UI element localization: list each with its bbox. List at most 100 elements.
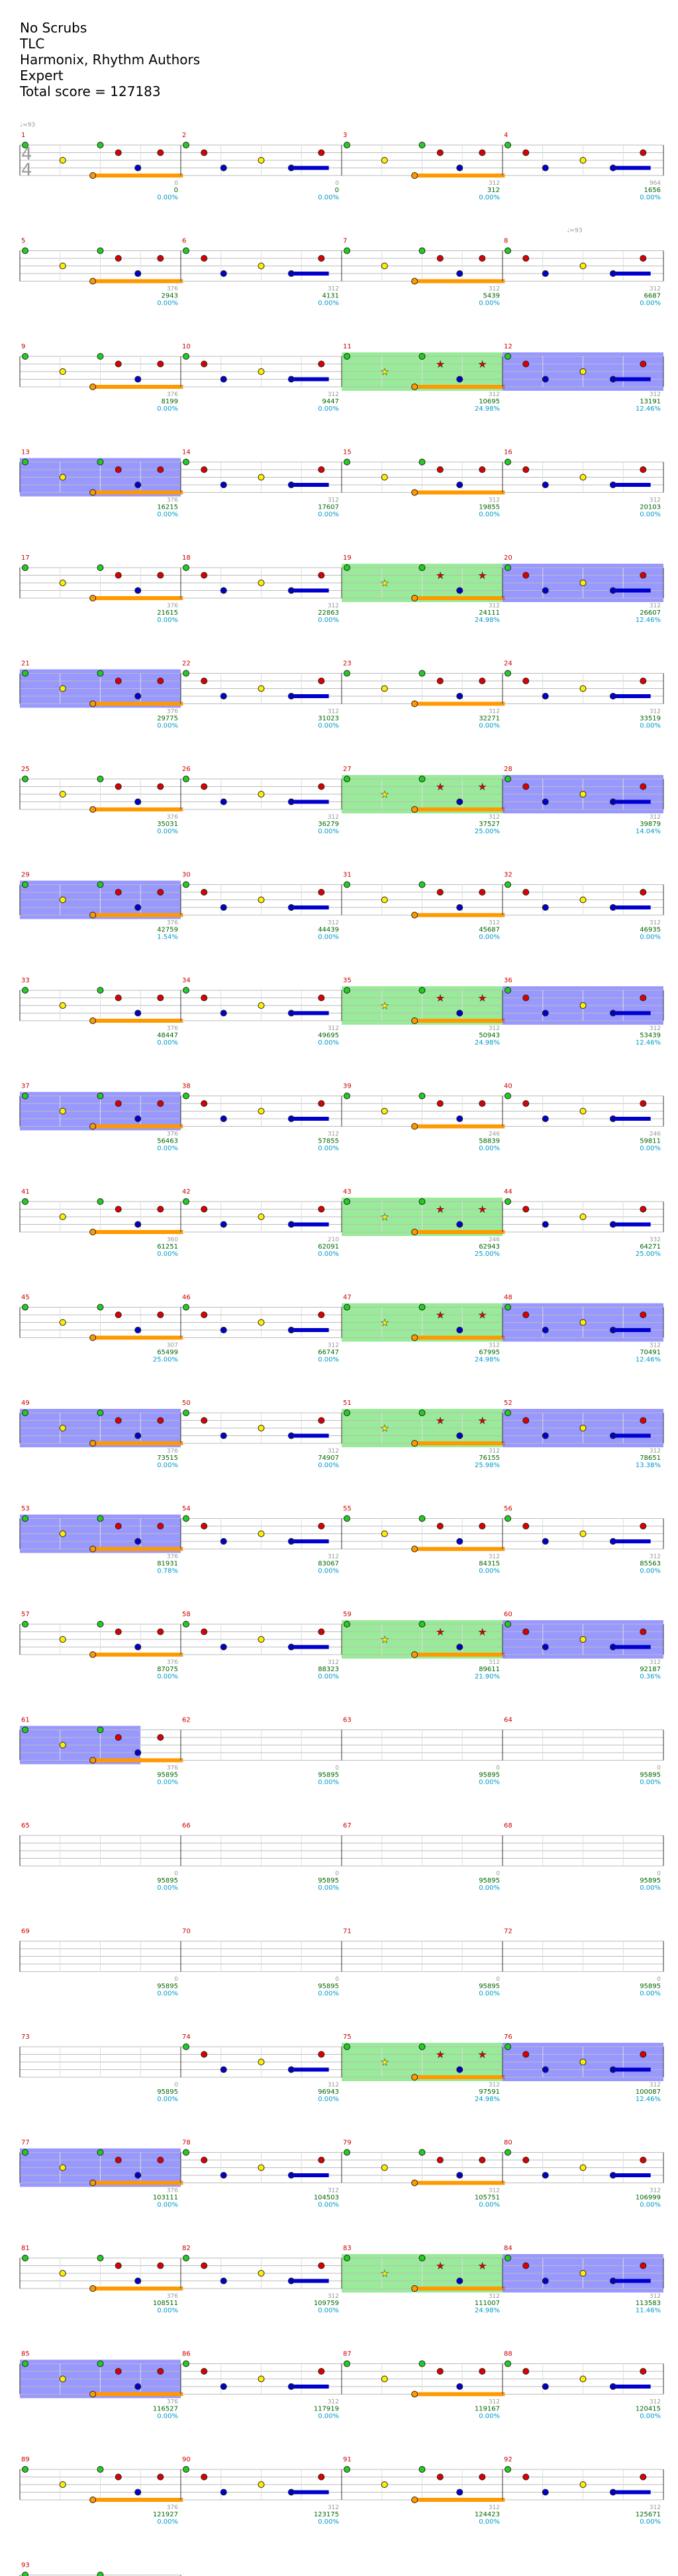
measure-score: 88323 bbox=[318, 1666, 339, 1673]
measure-beats: 312 bbox=[328, 1659, 339, 1666]
star-note: ★ bbox=[478, 782, 487, 793]
note bbox=[59, 896, 66, 903]
note bbox=[22, 881, 28, 888]
note bbox=[183, 776, 189, 782]
note bbox=[287, 482, 295, 488]
measure-percent: 0.00% bbox=[318, 2202, 339, 2209]
note bbox=[59, 474, 66, 481]
measure-percent: 0.00% bbox=[640, 300, 661, 307]
note bbox=[318, 2051, 325, 2058]
note bbox=[436, 255, 444, 262]
sustain bbox=[291, 1539, 329, 1543]
measure-percent: 0.00% bbox=[318, 194, 339, 201]
note bbox=[609, 2277, 616, 2285]
measure-number: 23 bbox=[343, 660, 352, 668]
measure-53: 53 376819310.78% bbox=[19, 1506, 183, 1575]
measure-percent: 0.00% bbox=[157, 1039, 178, 1047]
measure-number: 16 bbox=[504, 449, 512, 456]
measure-percent: 0.00% bbox=[479, 194, 500, 201]
note bbox=[115, 149, 122, 156]
measure-beats: 312 bbox=[328, 391, 339, 398]
note bbox=[157, 1734, 164, 1741]
note bbox=[579, 2164, 587, 2171]
measure-score: 19855 bbox=[479, 504, 500, 511]
measure-score: 95895 bbox=[479, 1877, 500, 1884]
note bbox=[505, 1410, 511, 1416]
note bbox=[436, 1523, 444, 1529]
measure-percent: 0.00% bbox=[157, 2518, 178, 2526]
measure-19: 19 ★ ★ ★ 3122411124.98% bbox=[341, 554, 505, 624]
measure-score: 59811 bbox=[640, 1138, 661, 1145]
note bbox=[134, 904, 142, 911]
measure-number: 25 bbox=[21, 766, 30, 773]
star-note: ★ bbox=[381, 2269, 389, 2279]
measure-number: 61 bbox=[21, 1717, 30, 1724]
sustain bbox=[93, 2392, 183, 2396]
measure-beats: 312 bbox=[650, 1343, 661, 1349]
note bbox=[609, 2489, 616, 2496]
measure-beats: 312 bbox=[328, 1025, 339, 1032]
note bbox=[258, 1530, 265, 1537]
note bbox=[287, 1538, 295, 1545]
note bbox=[22, 2571, 28, 2576]
measure-score: 50943 bbox=[479, 1032, 500, 1039]
sustain bbox=[612, 694, 651, 698]
note bbox=[418, 1092, 426, 1100]
measure-beats: 312 bbox=[650, 286, 661, 293]
note bbox=[344, 564, 350, 571]
note bbox=[456, 1221, 463, 1228]
measure-score: 66747 bbox=[318, 1349, 339, 1357]
measure-number: 47 bbox=[343, 1294, 352, 1302]
note bbox=[89, 172, 97, 179]
measure-61: 61 376958950.00% bbox=[19, 1717, 183, 1786]
measure-score: 49695 bbox=[318, 1032, 339, 1039]
measure-score: 119167 bbox=[475, 2406, 500, 2413]
note bbox=[522, 889, 530, 896]
note bbox=[201, 255, 208, 262]
note bbox=[522, 1100, 530, 1107]
sustain bbox=[291, 1328, 329, 1332]
measure-percent: 0.00% bbox=[479, 300, 500, 307]
measure-percent: 0.00% bbox=[640, 723, 661, 730]
measure-score: 117919 bbox=[314, 2406, 339, 2413]
note bbox=[115, 678, 122, 684]
measure-number: 78 bbox=[182, 2139, 191, 2147]
measure-31: 31 312456870.00% bbox=[341, 872, 505, 941]
note bbox=[542, 1327, 549, 1333]
measure-82: 82 3121097590.00% bbox=[180, 2245, 342, 2314]
measure-score: 73515 bbox=[157, 1455, 178, 1462]
measure-percent: 0.00% bbox=[318, 2307, 339, 2314]
measure-percent: 0.00% bbox=[318, 1884, 339, 1892]
note bbox=[542, 2066, 549, 2073]
measure-35: 35 ★ ★ ★ 3125094324.98% bbox=[341, 977, 505, 1047]
note bbox=[418, 1515, 426, 1522]
measure-27: 27 ★ ★ ★ 3123752725.00% bbox=[341, 766, 505, 835]
path-chart: 1000.00%2000.00%33123120.00%496416560.00… bbox=[19, 122, 664, 2576]
note bbox=[97, 353, 104, 360]
note bbox=[579, 1213, 587, 1220]
sustain bbox=[612, 2490, 651, 2495]
measure-number: 44 bbox=[504, 1188, 512, 1196]
note bbox=[287, 376, 295, 383]
measure-56: 56 312855630.00% bbox=[502, 1506, 664, 1575]
note bbox=[381, 685, 388, 692]
note bbox=[22, 2255, 28, 2261]
measure-beats: 964 bbox=[650, 180, 661, 187]
measure-percent: 0.00% bbox=[157, 617, 178, 624]
measure-number: 28 bbox=[504, 766, 512, 773]
measure-40: 40 246598110.00% bbox=[502, 1083, 664, 1153]
measure-number: 77 bbox=[21, 2139, 30, 2147]
sustain bbox=[291, 905, 329, 909]
measure-beats: 312 bbox=[489, 1448, 500, 1455]
sustain bbox=[291, 1011, 329, 1015]
measure-17: 17 376216150.00% bbox=[19, 554, 183, 624]
note bbox=[505, 670, 511, 677]
note bbox=[640, 2262, 647, 2269]
measure-75: 75 ★ ★ ★ 3129759124.98% bbox=[341, 2034, 505, 2103]
measure-score: 20103 bbox=[640, 504, 661, 511]
note bbox=[609, 1327, 616, 1333]
note bbox=[97, 2571, 104, 2576]
note bbox=[381, 262, 388, 270]
measure-percent: 0.00% bbox=[157, 194, 178, 201]
note bbox=[201, 2368, 208, 2375]
